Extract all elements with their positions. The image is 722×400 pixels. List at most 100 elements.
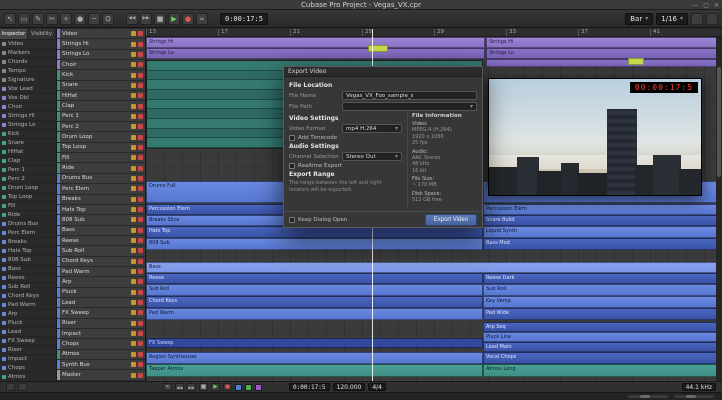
track-header-row[interactable]: Perc 1: [57, 111, 145, 123]
solo-button[interactable]: [138, 300, 143, 306]
solo-button[interactable]: [138, 165, 143, 171]
transport-rewind-button[interactable]: ◀◀: [175, 383, 184, 391]
solo-button[interactable]: [138, 248, 143, 254]
mute-button[interactable]: [131, 41, 136, 47]
mute-button[interactable]: [131, 31, 136, 37]
visibility-list-item[interactable]: Top Loop: [0, 193, 56, 202]
solo-button[interactable]: [138, 289, 143, 295]
visibility-list-item[interactable]: Chord Keys: [0, 292, 56, 301]
track-header-row[interactable]: Perc Elem: [57, 184, 145, 195]
track-header-row[interactable]: Choir: [57, 60, 145, 71]
cycle-button[interactable]: ∞: [196, 12, 208, 25]
audio-clip[interactable]: 808 Sub: [146, 238, 483, 250]
visibility-list-item[interactable]: Reese: [0, 274, 56, 283]
tool-button-icon[interactable]: ~: [88, 12, 100, 25]
time-signature-display[interactable]: 4/4: [368, 383, 386, 391]
track-header-row[interactable]: Lead: [57, 297, 145, 309]
visibility-list-item[interactable]: Strings Lo: [0, 121, 56, 130]
tool-button-icon[interactable]: ▭: [18, 12, 30, 25]
transport-record-button[interactable]: ●: [223, 383, 232, 391]
audio-clip[interactable]: Pluck Line: [483, 332, 722, 342]
audio-clip[interactable]: Arp Seq: [483, 322, 722, 332]
tool-button-icon[interactable]: +: [60, 12, 72, 25]
audio-clip[interactable]: Percussion Elem: [483, 204, 722, 215]
mute-button[interactable]: [131, 258, 136, 264]
track-header-row[interactable]: Arp: [57, 277, 145, 288]
audio-clip[interactable]: Sub Roll: [146, 284, 483, 296]
mute-button[interactable]: [131, 331, 136, 337]
mute-button[interactable]: [131, 207, 136, 213]
mute-button[interactable]: [131, 51, 136, 57]
sync-toggle[interactable]: [255, 383, 262, 391]
record-button[interactable]: ●: [182, 12, 194, 25]
play-button[interactable]: ▶: [168, 12, 180, 25]
transport-timecode-display[interactable]: 0:00:17:5: [289, 383, 330, 391]
audio-clip[interactable]: Pad Wide: [483, 308, 722, 320]
mute-button[interactable]: [131, 72, 136, 78]
solo-button[interactable]: [138, 186, 143, 192]
channel-selection-dropdown[interactable]: Stereo Out ▾: [342, 152, 402, 161]
zoom-slider-thumb[interactable]: [640, 395, 650, 398]
solo-button[interactable]: [138, 124, 143, 130]
mute-button[interactable]: [131, 144, 136, 150]
timeline-ruler[interactable]: 13 17 21 25 29 33 37 41: [146, 29, 722, 37]
audio-clip[interactable]: Bass Mod: [483, 238, 722, 250]
metronome-toggle[interactable]: [235, 383, 242, 391]
mute-button[interactable]: [131, 175, 136, 181]
visibility-list-item[interactable]: Markers: [0, 49, 56, 58]
solo-button[interactable]: [138, 269, 143, 275]
visibility-list-item[interactable]: 808 Sub: [0, 256, 56, 265]
visibility-list-item[interactable]: Impact: [0, 355, 56, 364]
visibility-list-item[interactable]: Perc 2: [0, 175, 56, 184]
tab-visibility[interactable]: Visibility: [28, 29, 56, 40]
audio-clip[interactable]: Strings Hi: [146, 37, 485, 48]
mute-button[interactable]: [131, 82, 136, 88]
visibility-list-item[interactable]: Hats Top: [0, 247, 56, 256]
mute-button[interactable]: [131, 279, 136, 285]
audio-clip[interactable]: Snare Build: [483, 215, 722, 226]
transport-cycle-button[interactable]: ∞: [163, 383, 172, 391]
scrollbar-thumb[interactable]: [717, 67, 721, 177]
solo-button[interactable]: [138, 362, 143, 368]
mute-button[interactable]: [131, 165, 136, 171]
mute-button[interactable]: [131, 113, 136, 119]
mute-button[interactable]: [131, 269, 136, 275]
mute-button[interactable]: [131, 320, 136, 326]
track-header-row[interactable]: Pad Warm: [57, 266, 145, 278]
track-header-row[interactable]: Sub Roll: [57, 246, 145, 257]
mute-button[interactable]: [131, 196, 136, 202]
mute-button[interactable]: [131, 62, 136, 68]
visibility-list-item[interactable]: Pluck: [0, 319, 56, 328]
visibility-list-item[interactable]: Chords: [0, 58, 56, 67]
mute-button[interactable]: [131, 217, 136, 223]
visibility-list-item[interactable]: Perc Elem: [0, 229, 56, 238]
visibility-list-item[interactable]: Snare: [0, 139, 56, 148]
solo-button[interactable]: [138, 279, 143, 285]
visibility-list-item[interactable]: HiHat: [0, 148, 56, 157]
tempo-display[interactable]: 120.000: [332, 383, 366, 391]
track-header-row[interactable]: Video: [57, 29, 145, 40]
solo-button[interactable]: [138, 175, 143, 181]
solo-button[interactable]: [138, 227, 143, 233]
mute-button[interactable]: [131, 351, 136, 357]
solo-button[interactable]: [138, 155, 143, 161]
file-name-input[interactable]: [342, 91, 477, 100]
solo-button[interactable]: [138, 196, 143, 202]
toolbar-timecode-display[interactable]: 0:00:17:5: [220, 12, 268, 25]
track-header-row[interactable]: Hats Top: [57, 204, 145, 216]
track-header-row[interactable]: Drums Bus: [57, 173, 145, 185]
solo-button[interactable]: [138, 310, 143, 316]
visibility-list-item[interactable]: Choir: [0, 103, 56, 112]
video-player-window[interactable]: 00:00:17:5: [488, 78, 702, 196]
audio-clip[interactable]: Strings Lo: [486, 48, 722, 59]
solo-button[interactable]: [138, 103, 143, 109]
dialog-titlebar[interactable]: Export Video: [284, 67, 482, 77]
snap-toggle-button[interactable]: [691, 12, 703, 25]
track-header-row[interactable]: Chops: [57, 339, 145, 350]
audio-clip[interactable]: Lead Main: [483, 342, 722, 352]
visibility-list-item[interactable]: Vox Dbl: [0, 94, 56, 103]
track-header-row[interactable]: Clap: [57, 101, 145, 112]
solo-button[interactable]: [138, 238, 143, 244]
audio-clip[interactable]: Sub Roll: [483, 284, 722, 296]
mute-button[interactable]: [131, 155, 136, 161]
